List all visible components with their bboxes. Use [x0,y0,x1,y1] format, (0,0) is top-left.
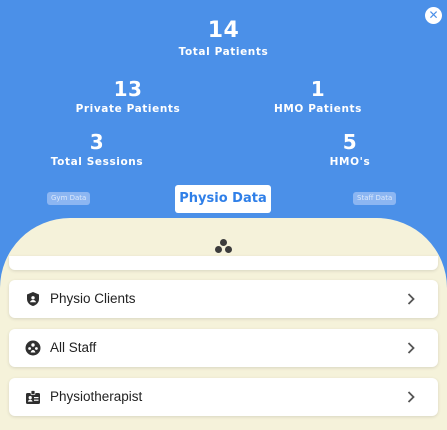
total-sessions-value: 3 [89,130,105,154]
hmos-stat: 5 HMO's [270,132,430,168]
total-sessions-stat: 3 Total Sessions [17,132,177,168]
badge-icon [26,390,40,404]
chevron-right-icon [407,342,415,354]
close-icon[interactable]: ✕ [425,7,442,24]
private-patients-label: Private Patients [75,103,181,115]
hmos-label: HMO's [329,156,371,168]
list-item-label: Physiotherapist [50,389,143,404]
hmo-patients-value: 1 [310,77,326,101]
tab-gym-data[interactable]: Gym Data [47,192,91,205]
total-patients-label: Total Patients [178,46,269,58]
total-sessions-label: Total Sessions [50,156,144,168]
list-item-label: Physio Clients [50,291,136,306]
chevron-right-icon [407,391,415,403]
private-patients-value: 13 [113,77,143,101]
list-item-partial [9,256,438,270]
chevron-right-icon [407,293,415,305]
list-item-all-staff[interactable]: All Staff [9,329,438,367]
shield-icon [27,292,39,306]
list-item-physiotherapist[interactable]: Physiotherapist [9,378,438,416]
menu-dots-icon[interactable] [213,239,235,255]
total-patients-value: 14 [207,18,240,43]
list-item-label: All Staff [50,340,97,355]
tab-physio-data[interactable]: Physio Data [175,185,271,213]
tab-staff-data[interactable]: Staff Data [353,192,397,205]
hmo-patients-stat: 1 HMO Patients [238,79,398,115]
hmo-patients-label: HMO Patients [273,103,362,115]
list-item-physio-clients[interactable]: Physio Clients [9,280,438,318]
group-icon [25,340,41,356]
private-patients-stat: 13 Private Patients [48,79,208,115]
total-patients-stat: 14 Total Patients [0,18,447,59]
hmos-value: 5 [342,130,358,154]
